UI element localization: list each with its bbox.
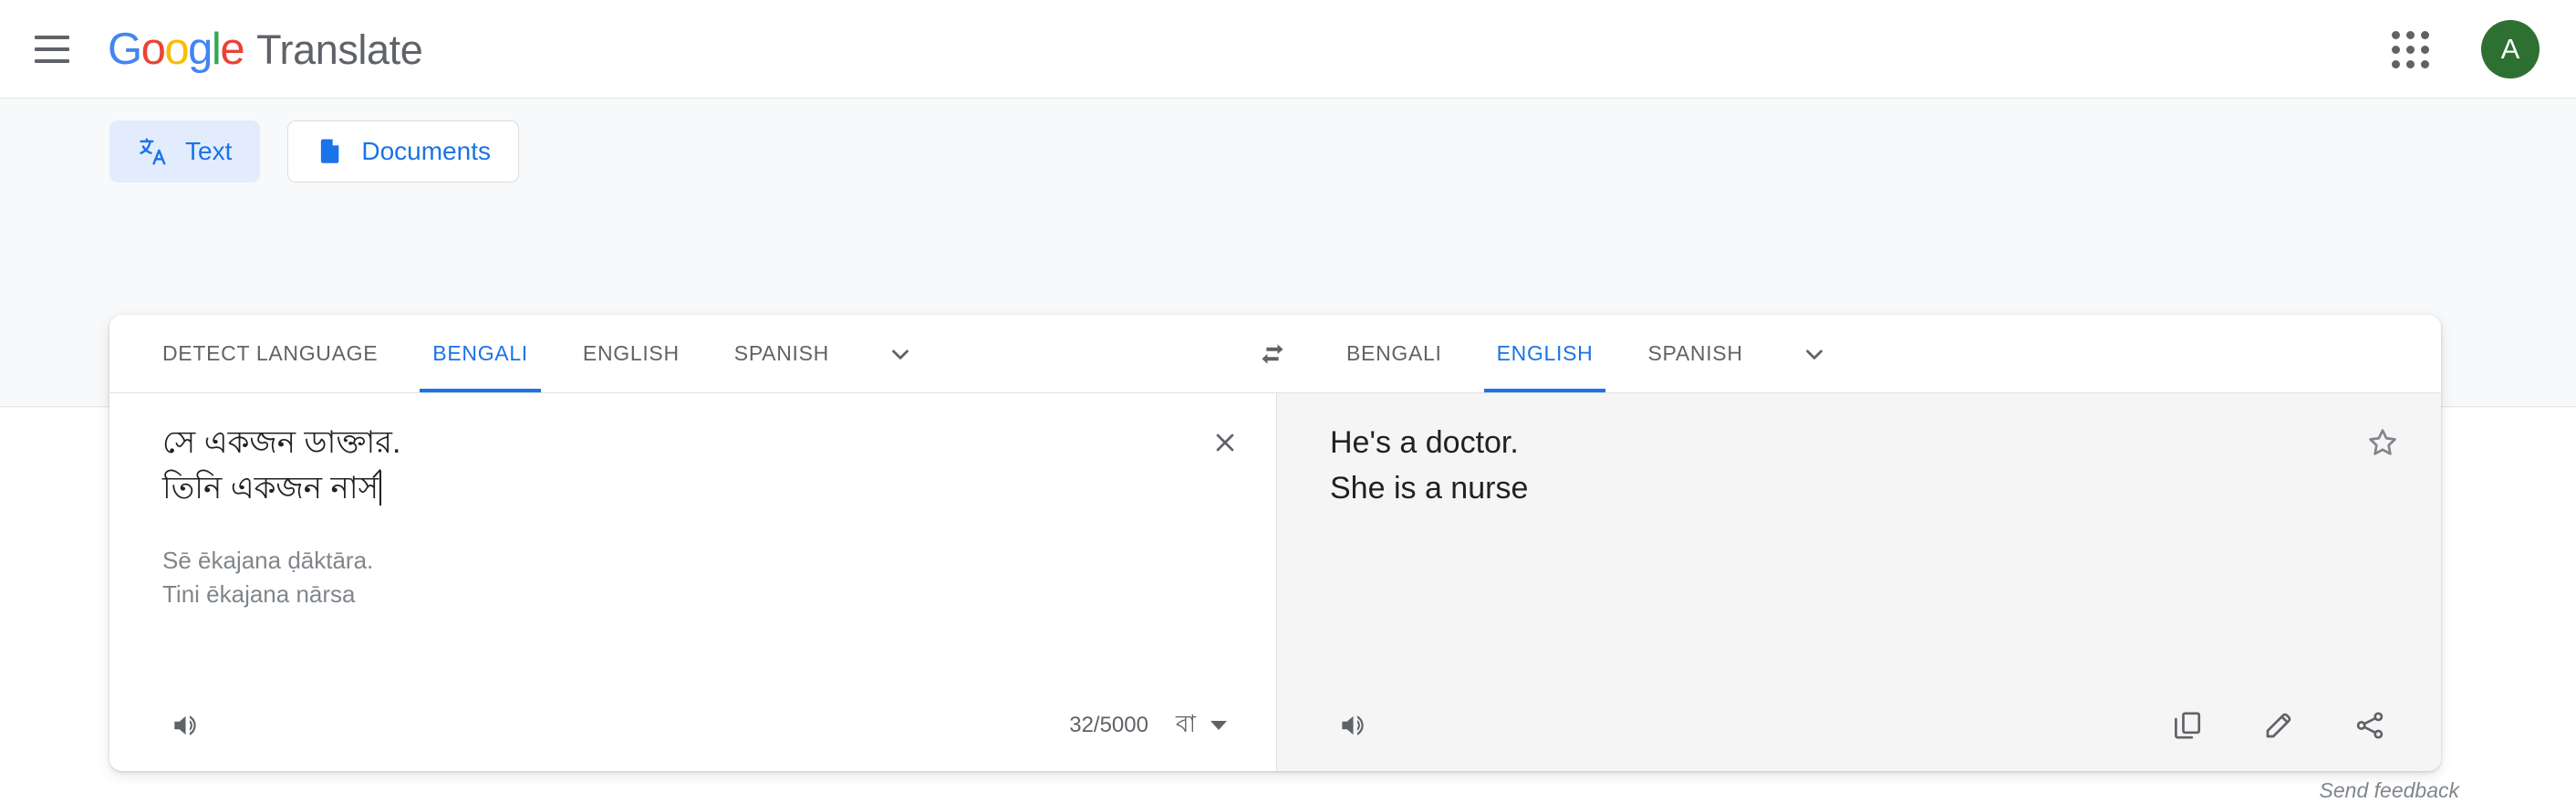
apps-dot — [2421, 31, 2429, 39]
product-name: Translate — [256, 26, 422, 74]
apps-dot — [2421, 46, 2429, 54]
target-lang-english[interactable]: ENGLISH — [1470, 315, 1621, 392]
source-lang-english[interactable]: ENGLISH — [556, 315, 707, 392]
mode-tab-group: Text Documents — [109, 120, 519, 182]
tab-text-label: Text — [185, 137, 232, 166]
apps-dot — [2406, 60, 2415, 68]
translation-panes: সে একজন ডাক্তার. তিনি একজন নার্স Sē ēkaj… — [109, 393, 2441, 771]
target-more-languages-chevron-down-icon[interactable] — [1771, 315, 1858, 392]
app-header: Google Translate A — [0, 0, 2576, 99]
apps-dot — [2421, 60, 2429, 68]
language-bar: DETECT LANGUAGE BENGALI ENGLISH SPANISH … — [109, 315, 2441, 393]
text-cursor — [379, 471, 381, 506]
source-input-area[interactable]: সে একজন ডাক্তার. তিনি একজন নার্স Sē ēkaj… — [109, 393, 1276, 680]
pencil-edit-icon[interactable] — [2249, 696, 2308, 755]
menu-line — [35, 47, 69, 51]
apps-dot — [2406, 31, 2415, 39]
source-language-group: DETECT LANGUAGE BENGALI ENGLISH SPANISH — [109, 315, 1233, 392]
menu-line — [35, 59, 69, 63]
source-toolbar: 32/5000 বা — [109, 680, 1276, 771]
target-lang-spanish[interactable]: SPANISH — [1620, 315, 1770, 392]
save-translation-star-outline-icon[interactable] — [2357, 417, 2408, 468]
copy-icon[interactable] — [2158, 696, 2217, 755]
translated-text: He's a doctor. She is a nurse — [1330, 421, 2341, 511]
avatar[interactable]: A — [2481, 20, 2540, 78]
share-icon[interactable] — [2341, 696, 2399, 755]
brand-logo[interactable]: Google Translate — [108, 24, 422, 75]
input-method-selector[interactable]: বা — [1176, 705, 1234, 746]
target-listen-volume-up-icon[interactable] — [1324, 696, 1383, 755]
tab-documents-label: Documents — [361, 137, 491, 166]
menu-line — [35, 36, 69, 39]
apps-dot — [2392, 46, 2400, 54]
translate-card: DETECT LANGUAGE BENGALI ENGLISH SPANISH … — [109, 315, 2441, 771]
logo-letter-o2: o — [164, 25, 188, 74]
grid-apps-icon[interactable] — [2377, 16, 2443, 82]
target-action-buttons — [2158, 696, 2399, 755]
swap-languages-icon[interactable] — [1233, 315, 1312, 392]
logo-letter-G: G — [108, 25, 141, 74]
target-pane: He's a doctor. She is a nurse — [1277, 393, 2441, 771]
caret-down-icon — [1210, 721, 1227, 730]
source-transliteration: Sē ēkajana ḍāktāra. Tini ēkajana nārsa — [162, 544, 1176, 611]
tab-documents[interactable]: Documents — [287, 120, 519, 182]
source-lang-bengali[interactable]: BENGALI — [405, 315, 556, 392]
document-icon — [316, 137, 345, 166]
tab-text[interactable]: Text — [109, 120, 260, 182]
character-count: 32/5000 — [1069, 713, 1148, 738]
source-more-languages-chevron-down-icon[interactable] — [857, 315, 944, 392]
page-body: Text Documents DETECT LANGUAGE BENGALI E… — [0, 99, 2576, 750]
source-text[interactable]: সে একজন ডাক্তার. তিনি একজন নার্স — [162, 421, 1176, 511]
apps-dot — [2392, 60, 2400, 68]
target-language-group: BENGALI ENGLISH SPANISH — [1312, 315, 2441, 392]
source-lang-detect[interactable]: DETECT LANGUAGE — [135, 315, 405, 392]
logo-letter-l: l — [212, 25, 220, 74]
target-lang-bengali[interactable]: BENGALI — [1319, 315, 1470, 392]
apps-dot — [2406, 46, 2415, 54]
hamburger-menu-icon[interactable] — [16, 14, 88, 85]
logo-letter-o1: o — [141, 25, 165, 74]
target-toolbar — [1277, 680, 2441, 771]
clear-source-close-icon[interactable] — [1201, 419, 1249, 466]
google-wordmark: Google — [108, 24, 244, 75]
logo-letter-e: e — [220, 25, 244, 74]
send-feedback-link[interactable]: Send feedback — [2320, 778, 2459, 803]
logo-letter-g: g — [188, 25, 212, 74]
keyboard-language-glyph: বা — [1176, 705, 1196, 746]
apps-dot — [2392, 31, 2400, 39]
translate-text-icon — [138, 136, 169, 167]
target-output-area: He's a doctor. She is a nurse — [1277, 393, 2441, 680]
source-lang-spanish[interactable]: SPANISH — [707, 315, 857, 392]
source-pane: সে একজন ডাক্তার. তিনি একজন নার্স Sē ēkaj… — [109, 393, 1277, 771]
source-listen-volume-up-icon[interactable] — [157, 696, 215, 755]
